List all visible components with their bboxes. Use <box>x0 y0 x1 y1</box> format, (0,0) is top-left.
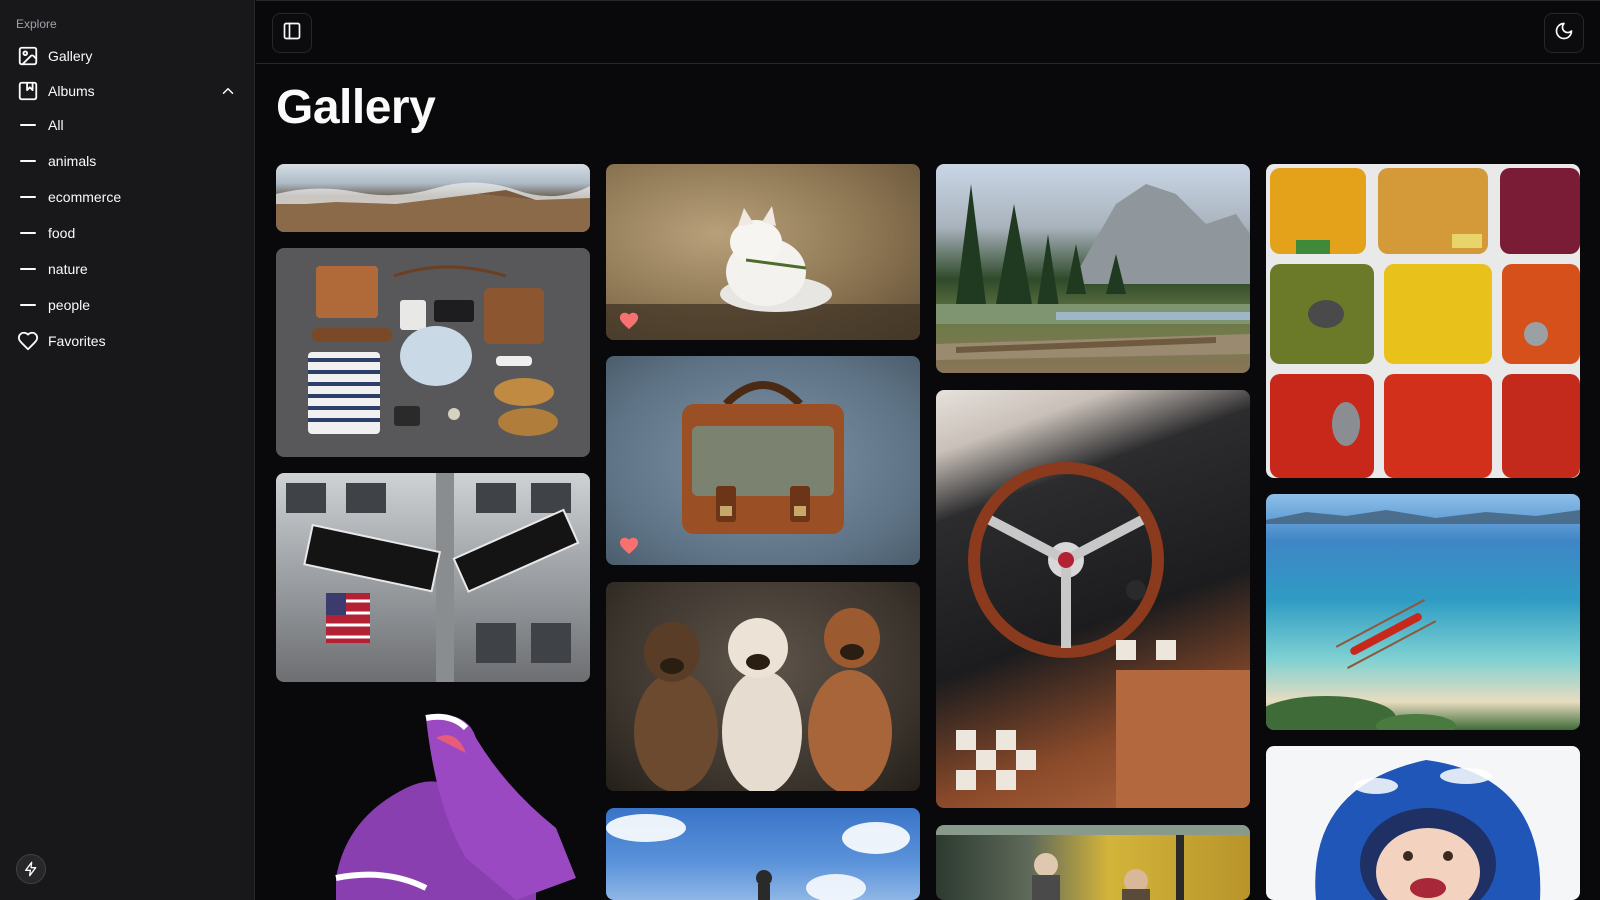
album-item-label: nature <box>48 261 88 277</box>
dash-icon <box>20 196 36 198</box>
photo-white-kitten[interactable] <box>606 164 920 340</box>
photo-tropical-beach[interactable] <box>1266 494 1580 730</box>
photo-art <box>335 713 576 900</box>
sidebar-item-favorites[interactable]: Favorites <box>16 327 238 355</box>
album-item-ecommerce[interactable]: ecommerce <box>16 183 238 211</box>
photo-art <box>956 462 1250 808</box>
photo-art <box>276 182 590 232</box>
photo-art <box>1266 510 1580 730</box>
photo-vintage-car-interior[interactable] <box>936 390 1250 808</box>
photo-blue-sky-scene[interactable] <box>606 808 920 900</box>
top-bar <box>256 0 1600 64</box>
dash-icon <box>20 304 36 306</box>
photo-art <box>286 473 580 682</box>
sidebar-item-label: Favorites <box>48 333 106 349</box>
album-item-label: ecommerce <box>48 189 122 205</box>
photo-mountain-landscape[interactable] <box>276 164 590 232</box>
image-icon <box>16 44 40 68</box>
theme-toggle-button[interactable] <box>1544 13 1584 53</box>
sidebar: Explore Gallery Albums All animals ecomm… <box>0 0 255 900</box>
favorite-heart-icon[interactable] <box>618 535 640 555</box>
sidebar-item-gallery[interactable]: Gallery <box>16 42 238 70</box>
moon-icon <box>1554 21 1574 46</box>
album-icon <box>16 79 40 103</box>
photo-three-dogs[interactable] <box>606 582 920 791</box>
album-item-label: food <box>48 225 76 241</box>
photo-art <box>936 184 1250 360</box>
album-item-label: people <box>48 297 91 313</box>
sidebar-item-label: Gallery <box>48 48 93 64</box>
photo-art <box>606 814 910 900</box>
sidebar-item-albums[interactable]: Albums <box>16 77 238 105</box>
page-title: Gallery <box>276 81 436 134</box>
photo-leather-bag[interactable] <box>606 356 920 565</box>
album-item-label: All <box>48 117 64 133</box>
album-item-all[interactable]: All <box>16 111 238 139</box>
photo-art <box>936 825 1250 900</box>
heart-icon <box>16 329 40 353</box>
chevron-up-icon[interactable] <box>218 81 238 101</box>
album-item-food[interactable]: food <box>16 219 238 247</box>
section-label-explore: Explore <box>16 17 57 31</box>
dash-icon <box>20 160 36 162</box>
photo-art <box>682 381 844 534</box>
favorite-heart-icon[interactable] <box>618 310 640 330</box>
photo-yosemite-valley[interactable] <box>936 164 1250 373</box>
photo-art <box>1315 760 1541 900</box>
photo-art <box>634 608 892 791</box>
photo-child-in-snow[interactable] <box>1266 746 1580 900</box>
album-item-nature[interactable]: nature <box>16 255 238 283</box>
toggle-sidebar-button[interactable] <box>272 13 312 53</box>
photo-art <box>308 265 558 436</box>
sidebar-item-label: Albums <box>48 83 95 99</box>
bolt-icon[interactable] <box>16 854 46 884</box>
dash-icon <box>20 124 36 126</box>
panel-left-icon <box>282 21 302 46</box>
photo-flat-lay-accessories[interactable] <box>276 248 590 457</box>
photo-purple-sneakers[interactable] <box>276 698 590 900</box>
dash-icon <box>20 232 36 234</box>
dash-icon <box>20 268 36 270</box>
photo-spices-market[interactable] <box>1266 164 1580 478</box>
photo-broadway-morris-street-sign[interactable] <box>276 473 590 682</box>
photo-art <box>606 206 920 340</box>
photo-art <box>1270 168 1580 478</box>
album-item-people[interactable]: people <box>16 291 238 319</box>
album-item-label: animals <box>48 153 97 169</box>
album-item-animals[interactable]: animals <box>16 147 238 175</box>
photo-autumn-street[interactable] <box>936 825 1250 900</box>
